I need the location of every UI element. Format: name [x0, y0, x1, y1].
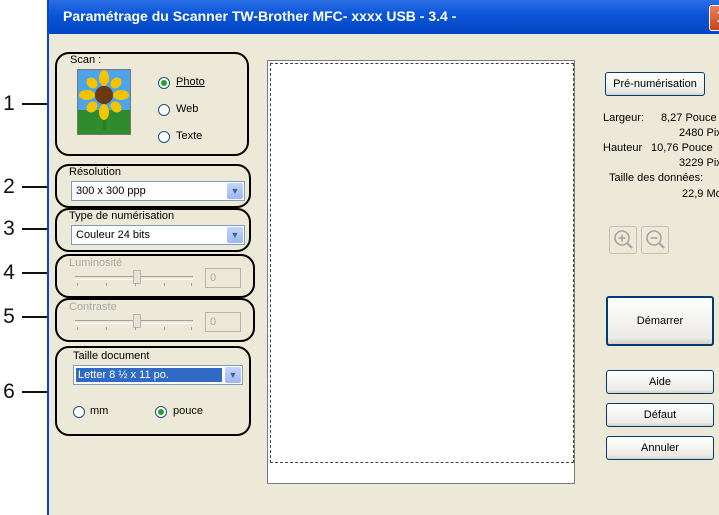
brightness-group: Luminosité 0 — [55, 254, 255, 298]
radio-text-label[interactable]: Texte — [176, 130, 202, 142]
document-size-label: Taille document — [73, 350, 150, 362]
close-button[interactable]: X — [709, 5, 719, 31]
radio-mm-label[interactable]: mm — [90, 405, 108, 417]
chevron-down-icon[interactable]: ▼ — [227, 183, 243, 199]
width-pixel-value: 2480 Pixel — [679, 127, 719, 139]
slider-tick — [77, 327, 78, 330]
contrast-group: Contraste 0 — [55, 298, 255, 342]
height-label: Hauteur — [603, 142, 643, 154]
callout-1: 1 — [3, 92, 15, 115]
callout-3: 3 — [3, 217, 15, 240]
zoom-in-button[interactable] — [609, 226, 637, 254]
slider-tick — [164, 283, 165, 286]
start-button[interactable]: Démarrer — [606, 296, 714, 346]
brightness-value: 0 — [210, 272, 217, 284]
callout-6: 6 — [3, 380, 15, 403]
radio-web-label[interactable]: Web — [176, 103, 198, 115]
resolution-label: Résolution — [69, 166, 121, 178]
zoom-in-icon — [614, 230, 633, 249]
radio-web[interactable] — [158, 104, 170, 116]
slider-tick — [106, 283, 107, 286]
scan-area-marker[interactable] — [270, 63, 574, 463]
callout-2: 2 — [3, 175, 15, 198]
zoom-out-icon — [646, 230, 665, 249]
height-inch-value: 10,76 Pouce — [651, 142, 713, 154]
slider-tick — [191, 283, 192, 286]
height-pixel-value: 3229 Pixel — [679, 157, 719, 169]
help-button[interactable]: Aide — [606, 370, 714, 394]
scan-type-select[interactable]: Couleur 24 bits ▼ — [71, 225, 245, 245]
callout-4: 4 — [3, 261, 15, 284]
radio-inch-label[interactable]: pouce — [173, 405, 203, 417]
window-title: Paramétrage du Scanner TW-Brother MFC- x… — [63, 8, 457, 24]
scan-mode-image — [77, 69, 131, 135]
document-size-group: Taille document Letter 8 ½ x 11 po. ▼ mm… — [55, 346, 251, 436]
document-size-value: Letter 8 ½ x 11 po. — [78, 369, 169, 381]
slider-tick — [191, 327, 192, 330]
default-button[interactable]: Défaut — [606, 403, 714, 427]
chevron-down-icon[interactable]: ▼ — [227, 227, 243, 243]
radio-photo-label[interactable]: Photo — [176, 76, 205, 88]
slider-tick — [106, 327, 107, 330]
data-size-label: Taille des données: — [609, 172, 704, 184]
brightness-slider-thumb[interactable] — [133, 270, 141, 284]
radio-mm[interactable] — [73, 406, 85, 418]
contrast-value: 0 — [210, 316, 217, 328]
width-label: Largeur: — [603, 112, 644, 124]
data-size-value: 22,9 Mo — [682, 188, 719, 200]
slider-tick — [135, 283, 136, 286]
zoom-out-button[interactable] — [641, 226, 669, 254]
radio-text[interactable] — [158, 131, 170, 143]
contrast-slider-thumb[interactable] — [133, 314, 141, 328]
slider-tick — [77, 283, 78, 286]
contrast-label: Contraste — [69, 301, 117, 313]
radio-photo[interactable] — [158, 77, 170, 89]
scan-type-group: Scan : Photo Web Texte — [55, 52, 249, 156]
scan-type-value: Couleur 24 bits — [76, 229, 150, 241]
resolution-value: 300 x 300 ppp — [76, 185, 146, 197]
cancel-button[interactable]: Annuler — [606, 436, 714, 460]
preview-area[interactable] — [267, 60, 575, 484]
scan-type-label: Type de numérisation — [69, 210, 175, 222]
slider-tick — [135, 327, 136, 330]
callout-5: 5 — [3, 305, 15, 328]
scan-group-label: Scan : — [70, 54, 102, 66]
contrast-value-field[interactable]: 0 — [205, 312, 241, 332]
document-size-select[interactable]: Letter 8 ½ x 11 po. ▼ — [73, 365, 243, 385]
resolution-select[interactable]: 300 x 300 ppp ▼ — [71, 181, 245, 201]
scan-type-select-group: Type de numérisation Couleur 24 bits ▼ — [55, 208, 251, 252]
width-inch-value: 8,27 Pouce — [661, 112, 717, 124]
radio-inch[interactable] — [155, 406, 167, 418]
brightness-value-field[interactable]: 0 — [205, 268, 241, 288]
brightness-label: Luminosité — [69, 257, 123, 269]
title-bar: Paramétrage du Scanner TW-Brother MFC- x… — [49, 0, 719, 34]
resolution-group: Résolution 300 x 300 ppp ▼ — [55, 164, 251, 208]
scanner-dialog: Paramétrage du Scanner TW-Brother MFC- x… — [47, 0, 719, 515]
prescan-button[interactable]: Pré-numérisation — [605, 72, 705, 96]
chevron-down-icon[interactable]: ▼ — [225, 367, 241, 383]
sunflower-icon — [78, 70, 130, 134]
slider-tick — [164, 327, 165, 330]
